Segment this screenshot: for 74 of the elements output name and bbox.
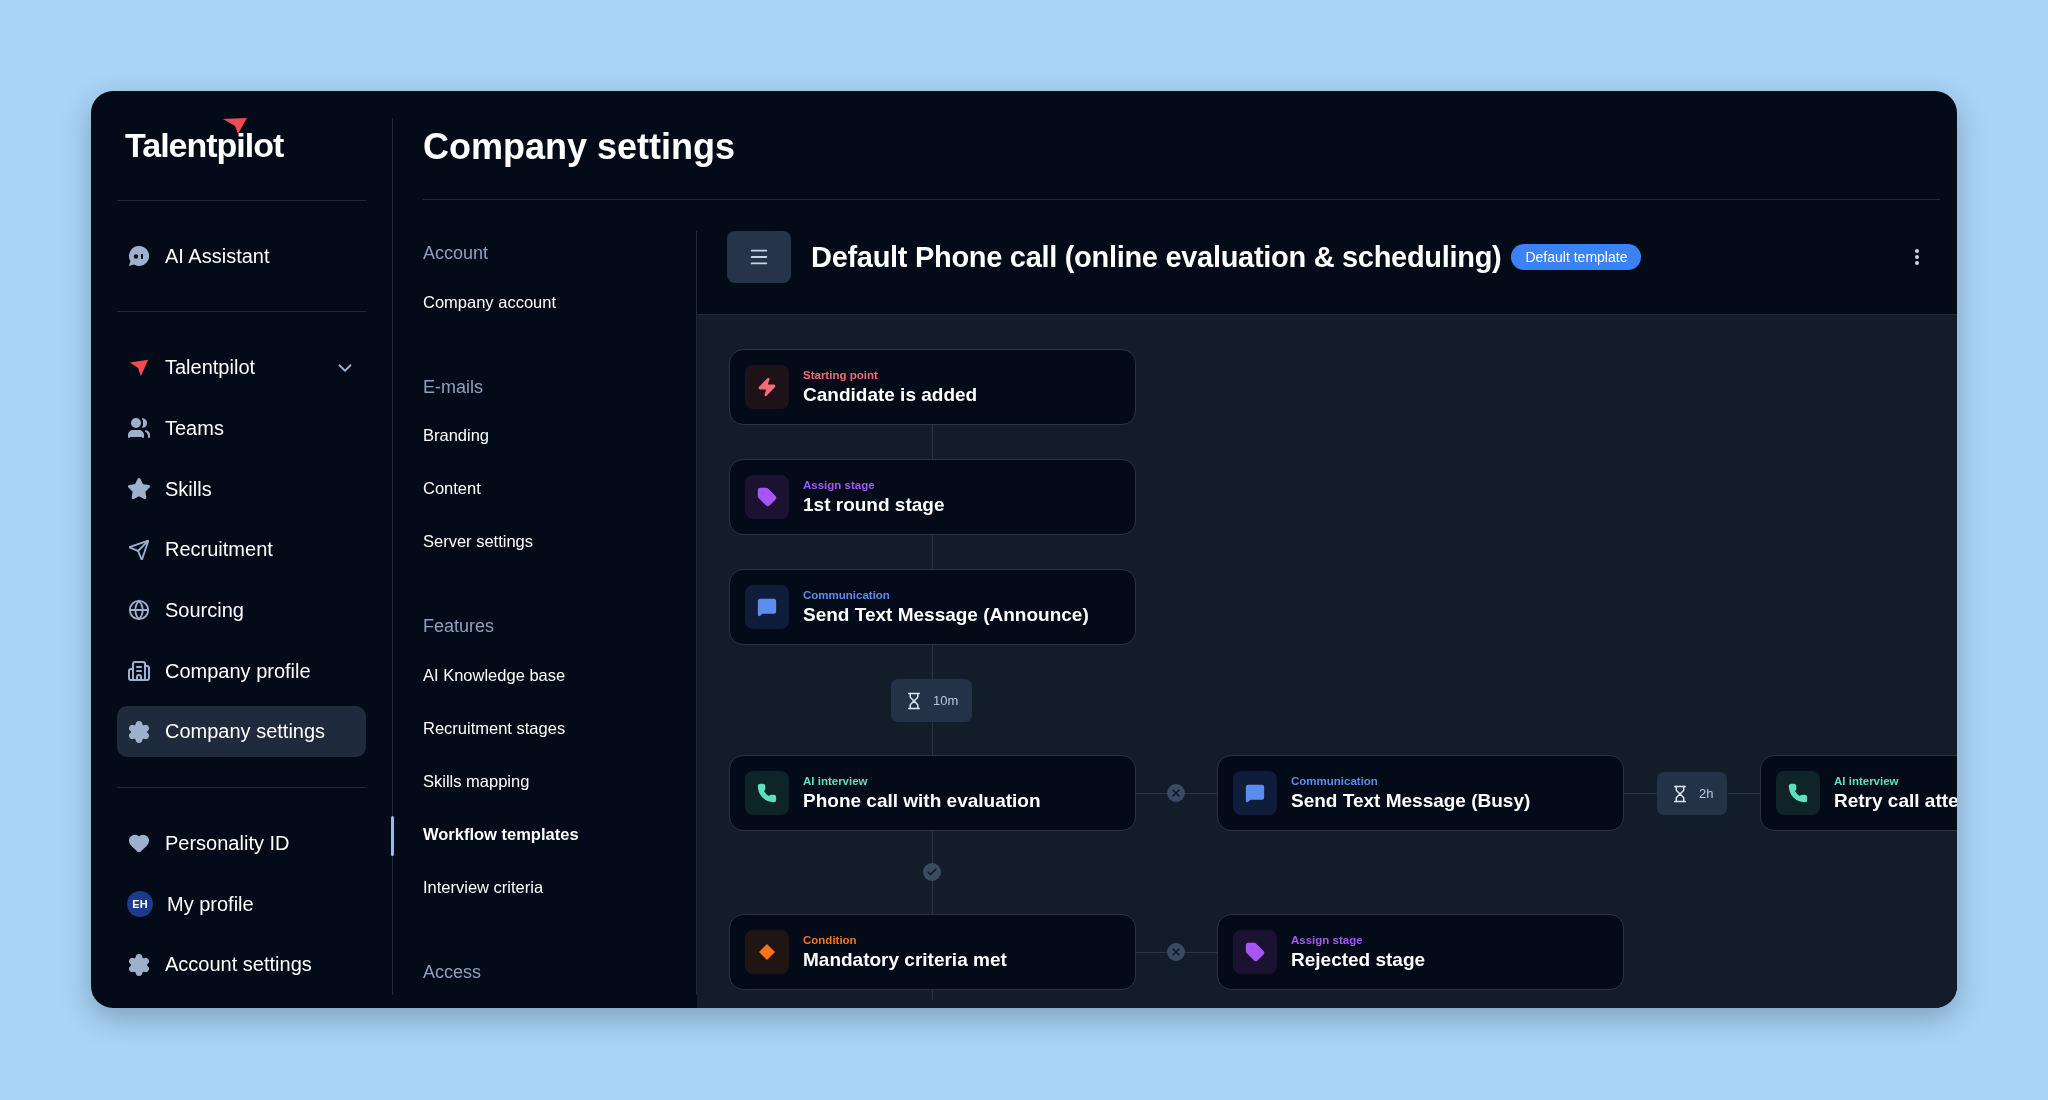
sidebar-item[interactable]: Company profile xyxy=(117,645,366,697)
template-badge: Default template xyxy=(1511,244,1642,270)
node-category: Assign stage xyxy=(1291,933,1364,946)
section-heading: Features xyxy=(423,615,495,639)
settings-nav-item[interactable]: Interview criteria xyxy=(423,861,544,915)
settings-nav-item[interactable]: AI Knowledge base xyxy=(423,649,566,703)
sidebar-item[interactable]: Talentpilot xyxy=(117,342,366,394)
node-title: Send Text Message (Announce) xyxy=(803,603,1089,626)
delay-label: 2h xyxy=(1699,786,1714,801)
sidebar-item[interactable]: EH My profile xyxy=(117,878,366,930)
workflow-node[interactable]: Assign stage Rejected stage xyxy=(1217,914,1624,990)
node-title: Mandatory criteria met xyxy=(803,948,1007,971)
node-category: Starting point xyxy=(803,368,879,381)
globe-icon xyxy=(127,598,151,623)
star-icon xyxy=(127,477,151,502)
settings-nav-item[interactable]: Workflow templates xyxy=(423,808,579,862)
building-icon xyxy=(127,659,151,684)
send-icon xyxy=(127,537,151,562)
sidebar-item[interactable]: Account settings xyxy=(117,939,366,991)
avatar: EH xyxy=(127,891,153,918)
settings-nav-item[interactable]: Company account xyxy=(423,275,556,329)
page-title: Company settings xyxy=(423,125,737,169)
node-title: Phone call with evaluation xyxy=(803,789,1041,812)
cross-icon xyxy=(1167,943,1185,961)
workflow-title: Default Phone call (online evaluation & scheduling) xyxy=(811,239,1502,275)
node-title: Rejected stage xyxy=(1291,948,1426,971)
check-icon xyxy=(923,863,941,881)
node-category: Communication xyxy=(1291,774,1379,787)
menu-button[interactable] xyxy=(727,231,791,283)
sidebar-item[interactable]: AI Assistant xyxy=(117,230,366,282)
phone-icon xyxy=(745,771,789,815)
section-heading: E-mails xyxy=(423,375,483,399)
sidebar-item[interactable]: Teams xyxy=(117,403,366,454)
chat-bubble-icon xyxy=(127,244,151,268)
node-category: AI interview xyxy=(803,774,869,787)
sidebar-item[interactable]: Sourcing xyxy=(117,585,366,636)
chat-icon xyxy=(745,585,789,629)
cross-icon xyxy=(1167,784,1185,802)
settings-nav-item[interactable]: Content xyxy=(423,462,481,516)
workflow-node[interactable]: AI interview Phone call with evaluation xyxy=(729,755,1136,831)
tag-icon xyxy=(1233,930,1277,974)
workflow-node[interactable]: Condition Mandatory criteria met xyxy=(729,914,1136,990)
settings-nav-item[interactable]: Server settings xyxy=(423,515,534,569)
tag-icon xyxy=(745,475,789,519)
more-icon xyxy=(1915,249,1919,265)
workflow-node[interactable]: Assign stage 1st round stage xyxy=(729,459,1136,535)
node-title: 1st round stage xyxy=(803,493,945,516)
sidebar-item[interactable]: Recruitment xyxy=(117,524,366,576)
selection-indicator xyxy=(391,816,394,857)
sidebar-item[interactable]: Company settings xyxy=(117,706,366,758)
workflow-node[interactable]: Communication Send Text Message (Announce) xyxy=(729,569,1136,645)
node-category: AI interview xyxy=(1834,774,1900,787)
settings-nav-item[interactable]: Recruitment stages xyxy=(423,702,566,756)
phone-icon xyxy=(1776,771,1820,815)
hourglass-icon xyxy=(1671,784,1689,803)
workflow-node[interactable]: Starting point Candidate is added xyxy=(729,349,1136,425)
node-category: Condition xyxy=(803,933,858,946)
node-category: Communication xyxy=(803,588,891,601)
users-icon xyxy=(127,416,151,441)
node-title: Candidate is added xyxy=(803,383,978,406)
settings-nav-item[interactable]: Branding xyxy=(423,409,490,463)
node-category: Assign stage xyxy=(803,478,876,491)
settings-nav-item[interactable]: Skills mapping xyxy=(423,755,530,809)
node-title: Send Text Message (Busy) xyxy=(1291,789,1531,812)
section-heading: Access xyxy=(423,961,482,985)
logo: Talentpilot xyxy=(117,118,284,175)
lightning-icon xyxy=(745,365,789,409)
sidebar-item[interactable]: Skills xyxy=(117,463,366,515)
hourglass-icon xyxy=(905,691,923,710)
workflow-node[interactable]: Communication Send Text Message (Busy) xyxy=(1217,755,1624,831)
chat-icon xyxy=(1233,771,1277,815)
delay-label: 10m xyxy=(933,693,959,708)
sidebar-item[interactable]: Personality ID xyxy=(117,818,366,869)
section-heading: Account xyxy=(423,241,489,265)
